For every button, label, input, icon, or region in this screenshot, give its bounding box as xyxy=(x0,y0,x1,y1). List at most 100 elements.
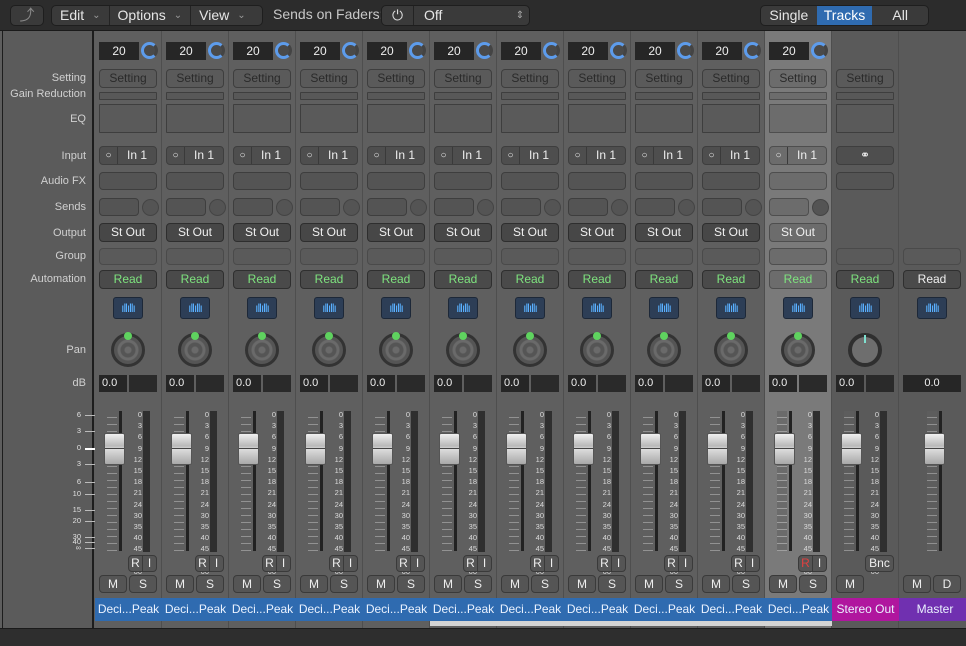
mute-button[interactable]: M xyxy=(367,575,395,593)
waveform-icon[interactable]: ıllıllı xyxy=(515,297,545,319)
output-slot[interactable]: St Out xyxy=(367,223,425,242)
input-buffer-value[interactable]: 20 xyxy=(99,42,139,60)
input-monitor-button[interactable]: I xyxy=(545,556,558,571)
pan-knob[interactable] xyxy=(714,332,748,367)
automation-mode-button[interactable]: Read xyxy=(367,270,425,289)
waveform-icon[interactable]: ıllıllı xyxy=(113,297,143,319)
input-buffer-value[interactable]: 20 xyxy=(568,42,608,60)
group-slot[interactable] xyxy=(903,248,961,265)
automation-mode-button[interactable]: Read xyxy=(434,270,492,289)
group-slot[interactable] xyxy=(501,248,559,265)
audio-fx-slot[interactable] xyxy=(635,172,693,190)
send-slot[interactable] xyxy=(568,198,608,216)
track-name[interactable]: Deci...Peak xyxy=(765,598,832,621)
output-slot[interactable]: St Out xyxy=(635,223,693,242)
input-gain-knob[interactable] xyxy=(811,42,828,59)
setting-button[interactable]: Setting xyxy=(300,69,358,88)
eq-display[interactable] xyxy=(568,104,626,133)
volume-fader[interactable] xyxy=(372,433,393,465)
volume-db-value[interactable]: 0.0 xyxy=(836,375,864,392)
input-slot[interactable]: ○ In 1 xyxy=(300,146,358,165)
track-name[interactable]: Deci...Peak xyxy=(229,598,296,621)
audio-fx-slot[interactable] xyxy=(166,172,224,190)
mute-button[interactable]: M xyxy=(99,575,127,593)
group-slot[interactable] xyxy=(635,248,693,265)
waveform-icon[interactable]: ıllıllı xyxy=(180,297,210,319)
send-level-knob[interactable] xyxy=(745,199,762,216)
audio-fx-slot[interactable] xyxy=(568,172,626,190)
input-slot[interactable]: ○ In 1 xyxy=(166,146,224,165)
send-slot[interactable] xyxy=(99,198,139,216)
group-slot[interactable] xyxy=(434,248,492,265)
waveform-icon[interactable]: ıllıllı xyxy=(448,297,478,319)
waveform-icon[interactable]: ıllıllı xyxy=(649,297,679,319)
edit-menu[interactable]: Edit ⌄ xyxy=(52,6,110,25)
audio-fx-slot[interactable] xyxy=(836,172,894,190)
input-buffer-value[interactable]: 20 xyxy=(434,42,474,60)
output-slot[interactable]: St Out xyxy=(166,223,224,242)
record-enable-button[interactable]: R xyxy=(531,556,545,571)
view-menu[interactable]: View ⌄ xyxy=(191,6,253,25)
mute-button[interactable]: M xyxy=(300,575,328,593)
mute-button[interactable]: M xyxy=(166,575,194,593)
input-gain-knob[interactable] xyxy=(275,42,292,59)
eq-display[interactable] xyxy=(434,104,492,133)
input-monitor-button[interactable]: I xyxy=(344,556,357,571)
track-name[interactable]: Deci...Peak xyxy=(564,598,631,621)
input-monitor-button[interactable]: I xyxy=(210,556,223,571)
balance-knob[interactable] xyxy=(848,333,882,367)
volume-fader[interactable] xyxy=(238,433,259,465)
solo-button[interactable]: S xyxy=(397,575,425,593)
eq-display[interactable] xyxy=(367,104,425,133)
send-level-knob[interactable] xyxy=(276,199,293,216)
input-slot[interactable]: ○ In 1 xyxy=(233,146,291,165)
eq-display[interactable] xyxy=(836,104,894,133)
automation-mode-button[interactable]: Read xyxy=(501,270,559,289)
input-monitor-button[interactable]: I xyxy=(679,556,692,571)
input-buffer-value[interactable]: 20 xyxy=(702,42,742,60)
waveform-icon[interactable]: ıllıllı xyxy=(850,297,880,319)
eq-display[interactable] xyxy=(702,104,760,133)
output-slot[interactable]: St Out xyxy=(233,223,291,242)
track-name[interactable]: Deci...Peak xyxy=(363,598,430,621)
input-gain-knob[interactable] xyxy=(744,42,761,59)
volume-db-value[interactable]: 0.0 xyxy=(233,375,261,392)
input-gain-knob[interactable] xyxy=(409,42,426,59)
view-mode-single[interactable]: Single xyxy=(761,6,817,25)
audio-fx-slot[interactable] xyxy=(769,172,827,190)
mute-button[interactable]: M xyxy=(903,575,931,593)
track-name[interactable]: Deci...Peak xyxy=(162,598,229,621)
send-slot[interactable] xyxy=(166,198,206,216)
input-gain-knob[interactable] xyxy=(141,42,158,59)
volume-db-value[interactable]: 0.0 xyxy=(99,375,127,392)
input-monitor-button[interactable]: I xyxy=(612,556,625,571)
automation-mode-button[interactable]: Read xyxy=(166,270,224,289)
setting-button[interactable]: Setting xyxy=(166,69,224,88)
setting-button[interactable]: Setting xyxy=(434,69,492,88)
send-slot[interactable] xyxy=(300,198,340,216)
automation-mode-button[interactable]: Read xyxy=(568,270,626,289)
mute-button[interactable]: M xyxy=(702,575,730,593)
input-gain-knob[interactable] xyxy=(677,42,694,59)
input-monitor-button[interactable]: I xyxy=(411,556,424,571)
send-slot[interactable] xyxy=(501,198,541,216)
send-slot[interactable] xyxy=(635,198,675,216)
volume-fader[interactable] xyxy=(640,433,661,465)
waveform-icon[interactable]: ıllıllı xyxy=(314,297,344,319)
input-buffer-value[interactable]: 20 xyxy=(635,42,675,60)
pan-knob[interactable] xyxy=(647,332,681,367)
pan-knob[interactable] xyxy=(580,332,614,367)
waveform-icon[interactable]: ıllıllı xyxy=(582,297,612,319)
send-level-knob[interactable] xyxy=(812,199,829,216)
automation-mode-button[interactable]: Read xyxy=(99,270,157,289)
group-slot[interactable] xyxy=(300,248,358,265)
input-gain-knob[interactable] xyxy=(543,42,560,59)
send-level-knob[interactable] xyxy=(209,199,226,216)
track-name[interactable]: Deci...Peak xyxy=(698,598,765,621)
track-name[interactable]: Deci...Peak xyxy=(95,598,162,621)
pan-knob[interactable] xyxy=(111,332,145,367)
send-level-knob[interactable] xyxy=(611,199,628,216)
record-enable-button[interactable]: R xyxy=(732,556,746,571)
pan-knob[interactable] xyxy=(312,332,346,367)
output-slot[interactable]: St Out xyxy=(501,223,559,242)
